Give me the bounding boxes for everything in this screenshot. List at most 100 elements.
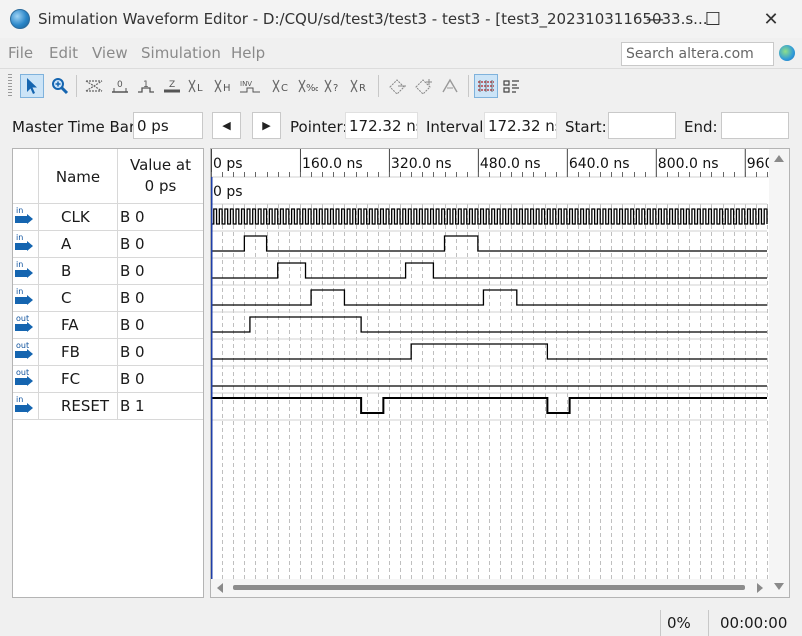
- menu-view[interactable]: View: [92, 44, 128, 62]
- signal-row[interactable]: in CLK B 0: [13, 204, 203, 231]
- signal-row[interactable]: in A B 0: [13, 231, 203, 258]
- waveform-fb[interactable]: [211, 343, 767, 360]
- ruler-tick-label: 160.0 ns: [302, 156, 363, 172]
- signal-name[interactable]: RESET: [39, 397, 117, 415]
- toolbar-separator: [76, 75, 77, 97]
- previous-transition-button[interactable]: ◀: [212, 112, 241, 139]
- pin-out-icon: out: [15, 341, 33, 361]
- elapsed-time: 00:00:00: [720, 614, 788, 632]
- window-title: Simulation Waveform Editor - D:/CQU/sd/t…: [38, 10, 708, 28]
- maximize-button[interactable]: ☐: [684, 0, 742, 38]
- signal-value: B 0: [120, 370, 145, 388]
- next-transition-button[interactable]: ▶: [252, 112, 281, 139]
- horizontal-scroll-thumb[interactable]: [233, 585, 745, 590]
- svg-text:L: L: [197, 83, 203, 94]
- clock-value-icon[interactable]: ‰: [296, 74, 320, 98]
- master-time-bar-field[interactable]: 0 ps: [133, 112, 203, 139]
- title-bar: Simulation Waveform Editor - D:/CQU/sd/t…: [0, 0, 802, 38]
- signal-row[interactable]: out FB B 0: [13, 339, 203, 366]
- pin-out-icon: out: [15, 368, 33, 388]
- start-field[interactable]: [608, 112, 676, 139]
- sort-icon[interactable]: [412, 74, 436, 98]
- signal-row[interactable]: in B B 0: [13, 258, 203, 285]
- pointer-field: 172.32 ns: [345, 112, 418, 139]
- signal-name[interactable]: C: [39, 289, 117, 307]
- signal-name[interactable]: CLK: [39, 208, 117, 226]
- signal-row[interactable]: in RESET B 1: [13, 393, 203, 420]
- toolbar-grip[interactable]: [8, 74, 12, 98]
- menu-file[interactable]: File: [8, 44, 33, 62]
- value-header-line2: 0 ps: [144, 177, 177, 195]
- ruler-tick-label: 320.0 ns: [391, 156, 452, 172]
- signal-row[interactable]: out FC B 0: [13, 366, 203, 393]
- status-separator: [708, 610, 709, 636]
- signal-name[interactable]: FB: [39, 343, 117, 361]
- svg-text:H: H: [223, 83, 231, 94]
- master-time-bar-label: Master Time Bar:: [12, 118, 140, 136]
- waveform-clk[interactable]: [211, 208, 768, 225]
- signal-name[interactable]: FA: [39, 316, 117, 334]
- signal-value: B 0: [120, 343, 145, 361]
- pin-in-icon: in: [15, 260, 33, 280]
- svg-text:INV: INV: [240, 80, 252, 88]
- pin-in-icon: in: [15, 287, 33, 307]
- weak-low-icon[interactable]: L: [186, 74, 210, 98]
- waveform-panel: 0 ps 160.0 ns 320.0 ns 480.0 ns 640.0 ns 800.…: [210, 148, 790, 598]
- snap-to-grid-icon[interactable]: [386, 74, 410, 98]
- waveform-a[interactable]: [211, 235, 767, 252]
- group-icon[interactable]: [438, 74, 462, 98]
- pin-direction-label: in: [16, 287, 24, 296]
- menu-edit[interactable]: Edit: [49, 44, 78, 62]
- waveform-reset[interactable]: [211, 397, 767, 414]
- app-logo-icon: [10, 9, 30, 29]
- waveform-icon[interactable]: [500, 74, 524, 98]
- toolbar-separator: [378, 75, 379, 97]
- signal-row[interactable]: in C B 0: [13, 285, 203, 312]
- waveform-b[interactable]: [211, 262, 767, 279]
- signal-value: B 0: [120, 262, 145, 280]
- name-column-header[interactable]: Name: [39, 149, 117, 204]
- high-impedance-icon[interactable]: Z: [160, 74, 184, 98]
- signal-list-panel: Name Value at 0 ps in CLK B 0 in A B 0 in B B 0i…: [12, 148, 204, 598]
- globe-icon[interactable]: [779, 45, 795, 61]
- random-value-icon[interactable]: R: [348, 74, 372, 98]
- grid-icon[interactable]: [474, 74, 498, 98]
- signal-name[interactable]: FC: [39, 370, 117, 388]
- value-header-line1: Value at: [129, 156, 192, 174]
- minimize-button[interactable]: —: [626, 0, 684, 38]
- value-column-header[interactable]: Value at 0 ps: [118, 155, 203, 197]
- progress-text: 0%: [667, 614, 691, 632]
- svg-text:C: C: [281, 83, 288, 94]
- search-input[interactable]: Search altera.com: [621, 42, 774, 66]
- signal-value: B 0: [120, 316, 145, 334]
- signal-row[interactable]: out FA B 0: [13, 312, 203, 339]
- end-field[interactable]: [721, 112, 789, 139]
- count-value-icon[interactable]: C: [270, 74, 294, 98]
- signal-name[interactable]: A: [39, 235, 117, 253]
- selection-tool-icon[interactable]: [20, 74, 44, 98]
- waveform-fa[interactable]: [211, 316, 767, 333]
- menu-help[interactable]: Help: [231, 44, 265, 62]
- ruler-tick-label: 800.0 ns: [658, 156, 719, 172]
- signal-value: B 0: [120, 208, 145, 226]
- vertical-scrollbar[interactable]: [769, 149, 789, 597]
- ruler-tick-label: 480.0 ns: [480, 156, 541, 172]
- waveform-canvas[interactable]: 0 ps 160.0 ns 320.0 ns 480.0 ns 640.0 ns 800.…: [211, 149, 789, 597]
- arbitrary-value-icon[interactable]: ?: [322, 74, 346, 98]
- weak-high-icon[interactable]: H: [212, 74, 236, 98]
- svg-text:?: ?: [333, 83, 338, 94]
- menu-simulation[interactable]: Simulation: [141, 44, 221, 62]
- close-button[interactable]: ✕: [742, 0, 800, 38]
- toolbar-separator: [468, 75, 469, 97]
- invert-icon[interactable]: INV: [238, 74, 262, 98]
- toolbar: 0 1 Z L H INV C ‰ ? R: [0, 68, 802, 102]
- pin-direction-label: in: [16, 395, 24, 404]
- forcing-unknown-icon[interactable]: [82, 74, 106, 98]
- start-label: Start:: [565, 118, 607, 136]
- zoom-tool-icon[interactable]: [48, 74, 72, 98]
- forcing-low-icon[interactable]: 0: [108, 74, 132, 98]
- signal-name[interactable]: B: [39, 262, 117, 280]
- interval-field: 172.32 ns: [484, 112, 557, 139]
- waveform-c[interactable]: [211, 289, 767, 306]
- forcing-high-icon[interactable]: 1: [134, 74, 158, 98]
